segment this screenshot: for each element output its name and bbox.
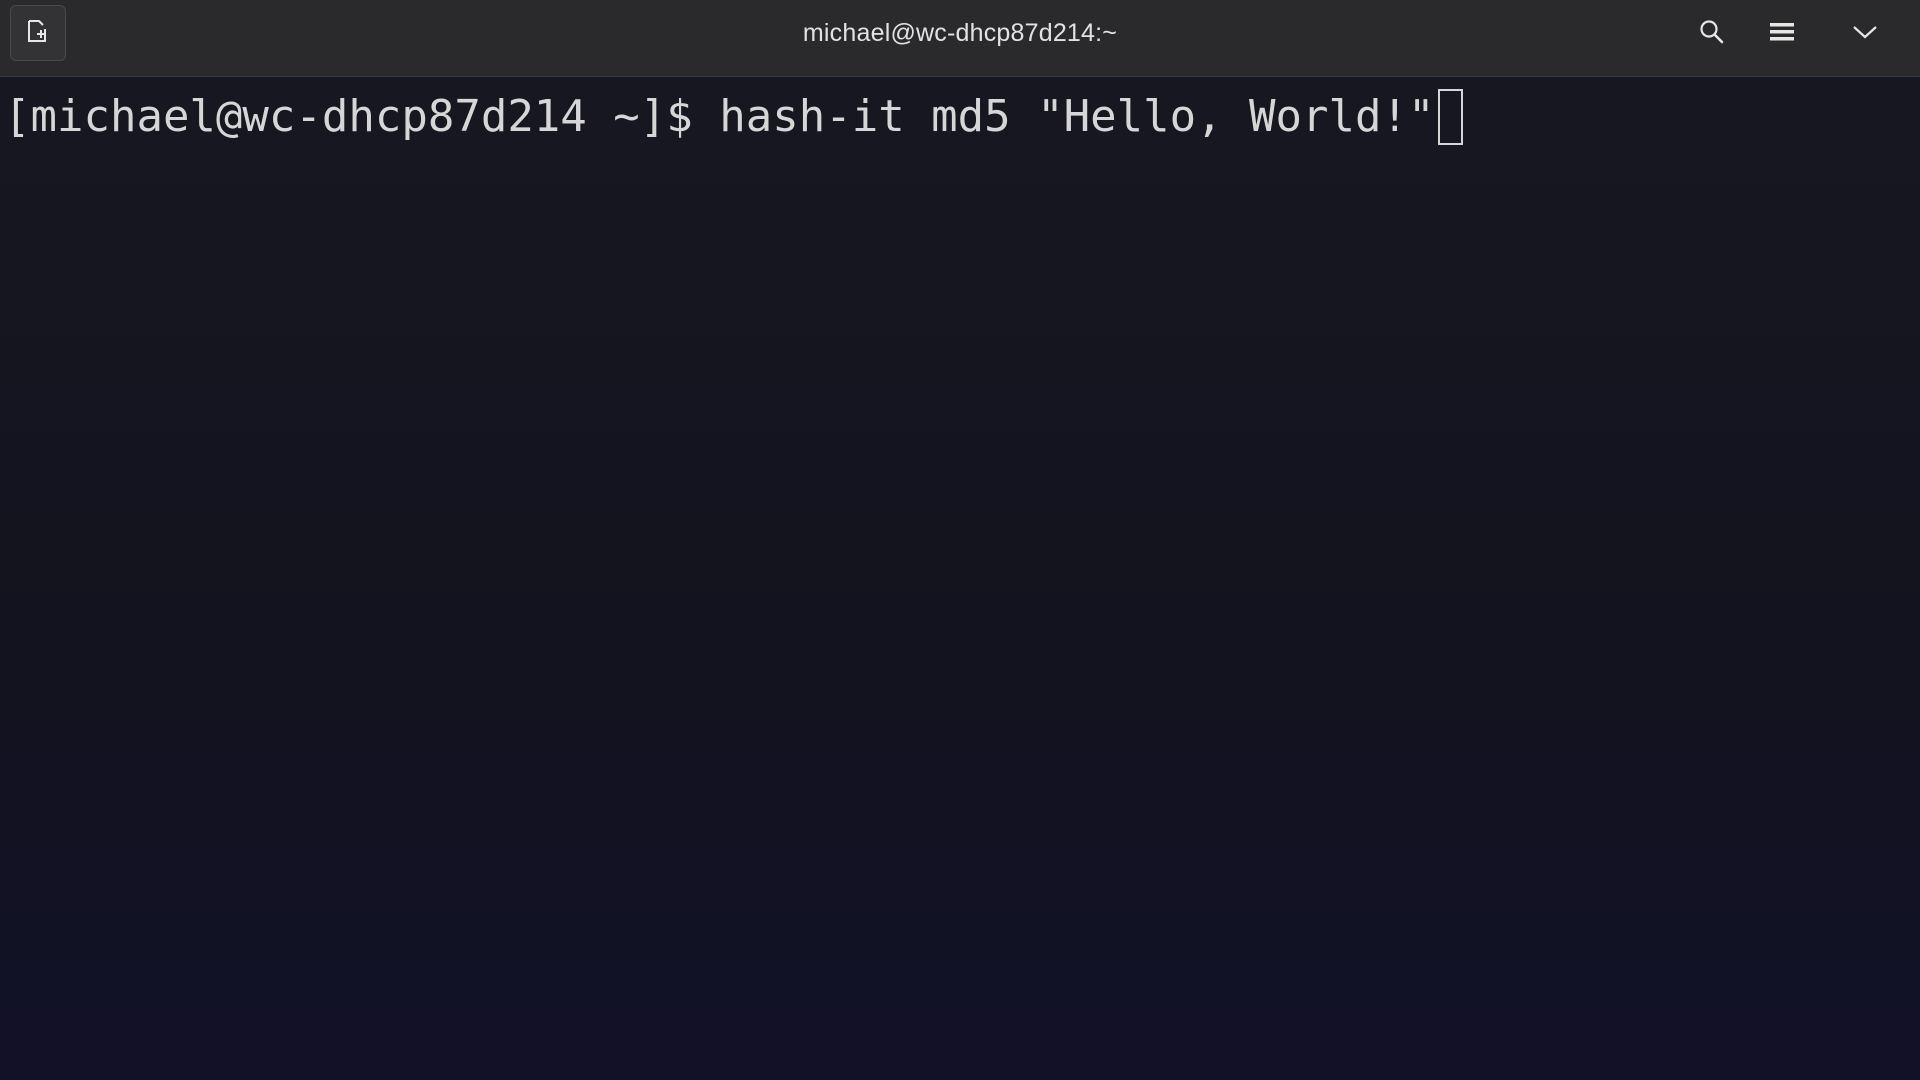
tab-dropdown-button[interactable] xyxy=(1845,14,1885,54)
chevron-down-icon xyxy=(1851,23,1879,46)
titlebar: michael@wc-dhcp87d214:~ xyxy=(0,0,1920,77)
search-button[interactable] xyxy=(1692,14,1732,54)
terminal-window: michael@wc-dhcp87d214:~ [michael@wc-dhcp… xyxy=(0,0,1920,1080)
text-cursor xyxy=(1437,89,1463,145)
terminal-area[interactable]: [michael@wc-dhcp87d214 ~]$ hash-it md5 "… xyxy=(0,77,1920,1080)
search-icon xyxy=(1699,19,1725,50)
main-menu-button[interactable] xyxy=(1762,14,1802,54)
hamburger-menu-icon xyxy=(1769,21,1795,48)
typed-command: hash-it md5 "Hello, World!" xyxy=(719,91,1435,142)
shell-prompt: [michael@wc-dhcp87d214 ~]$ xyxy=(4,91,720,142)
command-line: [michael@wc-dhcp87d214 ~]$ hash-it md5 "… xyxy=(4,85,1463,149)
window-title: michael@wc-dhcp87d214:~ xyxy=(802,19,1118,47)
